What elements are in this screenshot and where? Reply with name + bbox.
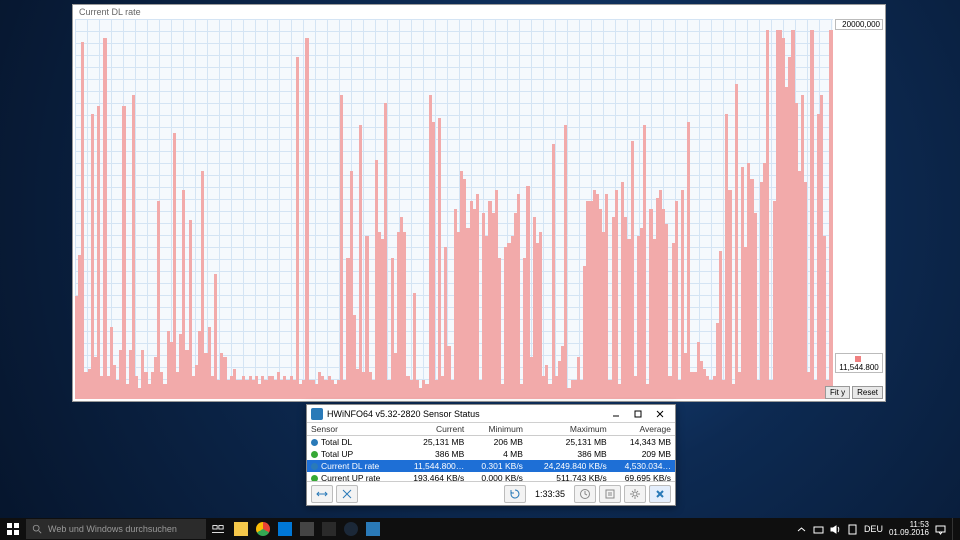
chart-bar bbox=[438, 118, 441, 399]
hwinfo-app-icon bbox=[311, 408, 323, 420]
chart-bar bbox=[823, 236, 826, 399]
reset-button[interactable]: Reset bbox=[852, 386, 883, 399]
taskbar-app-generic2[interactable] bbox=[318, 518, 340, 540]
chart-bar bbox=[615, 190, 618, 399]
chart-bar bbox=[804, 182, 807, 399]
chart-bar bbox=[296, 57, 299, 399]
chart-bar bbox=[728, 190, 731, 399]
chart-bar bbox=[631, 141, 634, 399]
hwinfo-title-text: HWiNFO64 v5.32-2820 Sensor Status bbox=[327, 409, 480, 419]
close-button[interactable] bbox=[649, 407, 671, 421]
tray-clock[interactable]: 11:53 01.09.2016 bbox=[889, 521, 929, 537]
col-average[interactable]: Average bbox=[611, 423, 675, 436]
taskbar-app-store[interactable] bbox=[274, 518, 296, 540]
taskbar-app-steam[interactable] bbox=[340, 518, 362, 540]
hwinfo-window: HWiNFO64 v5.32-2820 Sensor Status Sensor… bbox=[306, 404, 676, 506]
taskbar-app-hwinfo[interactable] bbox=[362, 518, 384, 540]
start-button[interactable] bbox=[0, 518, 26, 540]
chart-bar bbox=[810, 30, 813, 399]
maximize-button[interactable] bbox=[627, 407, 649, 421]
chart-bar bbox=[754, 213, 757, 399]
chart-bar bbox=[173, 133, 176, 399]
chart-bar bbox=[539, 232, 542, 399]
chart-bar bbox=[157, 201, 160, 399]
chart-plot-area bbox=[75, 19, 833, 399]
chart-bar bbox=[719, 251, 722, 399]
sensor-dot-icon bbox=[311, 463, 318, 470]
expand-horizontal-button[interactable] bbox=[311, 485, 333, 503]
taskbar-app-generic1[interactable] bbox=[296, 518, 318, 540]
chart-bar bbox=[675, 201, 678, 399]
chart-bar bbox=[340, 95, 343, 399]
chart-bar bbox=[517, 194, 520, 399]
col-minimum[interactable]: Minimum bbox=[468, 423, 527, 436]
hwinfo-titlebar[interactable]: HWiNFO64 v5.32-2820 Sensor Status bbox=[307, 405, 675, 423]
chart-bar bbox=[687, 122, 690, 399]
clock-button[interactable] bbox=[574, 485, 596, 503]
fit-y-button[interactable]: Fit y bbox=[825, 386, 850, 399]
chart-bar bbox=[498, 258, 501, 399]
table-row[interactable]: Current UP rate193.464 KB/s0.000 KB/s511… bbox=[307, 472, 675, 481]
chart-bar bbox=[605, 194, 608, 399]
chart-bar bbox=[305, 38, 308, 399]
table-row[interactable]: Total UP386 MB4 MB386 MB209 MB bbox=[307, 448, 675, 460]
refresh-button[interactable] bbox=[504, 485, 526, 503]
table-row[interactable]: Total DL25,131 MB206 MB25,131 MB14,343 M… bbox=[307, 436, 675, 449]
settings-button[interactable] bbox=[624, 485, 646, 503]
chart-bar bbox=[103, 38, 106, 399]
search-box[interactable]: Web und Windows durchsuchen bbox=[26, 519, 206, 539]
chart-bar bbox=[552, 144, 555, 399]
tray-language[interactable]: DEU bbox=[864, 524, 883, 534]
toolbar-close-button[interactable] bbox=[649, 485, 671, 503]
minimize-button[interactable] bbox=[605, 407, 627, 421]
chart-bar bbox=[132, 95, 135, 399]
taskbar: Web und Windows durchsuchen DEU 11:53 01… bbox=[0, 518, 960, 540]
tray-network-icon[interactable] bbox=[813, 524, 824, 535]
show-desktop-button[interactable] bbox=[952, 518, 956, 540]
chart-bar bbox=[665, 224, 668, 399]
chart-bar bbox=[189, 220, 192, 399]
tray-chevron-up-icon[interactable] bbox=[796, 524, 807, 535]
chart-window: Current DL rate 20000,000 11,544.800 Fit… bbox=[72, 4, 886, 402]
log-button[interactable] bbox=[599, 485, 621, 503]
chart-bar bbox=[359, 125, 362, 399]
chart-bar bbox=[829, 30, 832, 399]
chart-bar bbox=[81, 42, 84, 399]
table-row[interactable]: Current DL rate11,544.800…0.301 KB/s24,2… bbox=[307, 460, 675, 472]
chart-bar bbox=[476, 194, 479, 399]
chart-legend: 11,544.800 bbox=[835, 353, 883, 373]
taskbar-app-explorer[interactable] bbox=[230, 518, 252, 540]
hwinfo-toolbar: 1:33:35 bbox=[307, 481, 675, 505]
sensor-table[interactable]: Sensor Current Minimum Maximum Average T… bbox=[307, 423, 675, 481]
sensor-dot-icon bbox=[311, 451, 318, 458]
elapsed-time: 1:33:35 bbox=[529, 489, 571, 499]
chart-bar bbox=[432, 122, 435, 399]
chart-bar bbox=[97, 106, 100, 399]
chart-bar bbox=[766, 30, 769, 399]
legend-color-swatch bbox=[855, 356, 861, 362]
search-placeholder: Web und Windows durchsuchen bbox=[48, 524, 177, 534]
chart-bar bbox=[735, 84, 738, 399]
col-current[interactable]: Current bbox=[398, 423, 468, 436]
sensor-dot-icon bbox=[311, 439, 318, 446]
task-view-button[interactable] bbox=[206, 518, 230, 540]
col-sensor[interactable]: Sensor bbox=[307, 423, 398, 436]
chart-bar bbox=[643, 125, 646, 399]
chart-y-max-label: 20000,000 bbox=[835, 19, 883, 30]
taskbar-app-chrome[interactable] bbox=[252, 518, 274, 540]
chart-bar bbox=[384, 103, 387, 399]
search-icon bbox=[32, 524, 42, 534]
chart-title: Current DL rate bbox=[79, 7, 141, 17]
tray-action-center-icon[interactable] bbox=[935, 524, 946, 535]
chart-bar bbox=[564, 125, 567, 399]
col-maximum[interactable]: Maximum bbox=[527, 423, 611, 436]
chart-bar bbox=[122, 106, 125, 399]
chart-bar bbox=[403, 232, 406, 399]
tray-notes-icon[interactable] bbox=[847, 524, 858, 535]
expand-diagonal-button[interactable] bbox=[336, 485, 358, 503]
tray-volume-icon[interactable] bbox=[830, 524, 841, 535]
